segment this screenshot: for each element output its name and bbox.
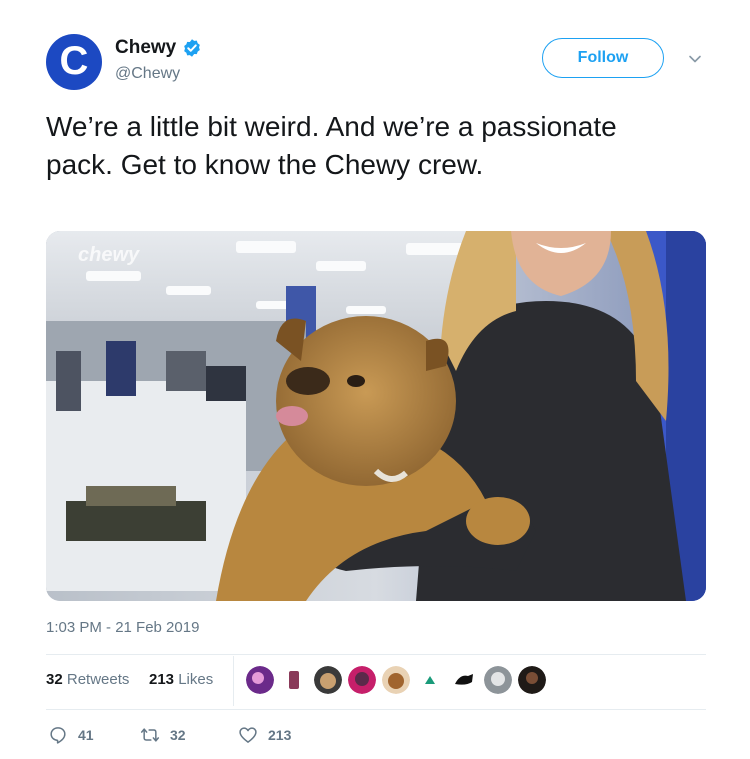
likes-label: Likes bbox=[178, 671, 214, 688]
media-watermark: chewy bbox=[78, 244, 140, 266]
reply-action[interactable]: 41 bbox=[48, 725, 94, 745]
tweet-timestamp[interactable]: 1:03 PM - 21 Feb 2019 bbox=[46, 619, 199, 636]
liker-avatars bbox=[246, 666, 552, 694]
stats-separator bbox=[233, 656, 234, 706]
divider bbox=[46, 654, 706, 655]
reply-count: 41 bbox=[78, 727, 94, 743]
tweet-text: We’re a little bit weird. And we’re a pa… bbox=[46, 111, 617, 180]
retweets-count: 32 bbox=[46, 671, 63, 688]
avatar-logo-letter: C bbox=[59, 39, 89, 83]
liker-avatar[interactable] bbox=[416, 666, 444, 694]
retweet-icon bbox=[140, 728, 160, 742]
retweet-action[interactable]: 32 bbox=[140, 725, 186, 745]
follow-button[interactable]: Follow bbox=[542, 38, 664, 78]
divider bbox=[46, 709, 706, 710]
retweets-label: Retweets bbox=[66, 671, 130, 688]
avatar[interactable]: C bbox=[46, 34, 102, 90]
liker-avatar[interactable] bbox=[382, 666, 410, 694]
media-image: chewy bbox=[46, 231, 706, 601]
liker-avatar[interactable] bbox=[246, 666, 274, 694]
verified-badge-icon bbox=[184, 39, 201, 57]
likes-count: 213 bbox=[149, 671, 175, 688]
chevron-down-icon[interactable] bbox=[688, 52, 702, 66]
liker-avatar[interactable] bbox=[314, 666, 342, 694]
author-name-row[interactable]: Chewy bbox=[115, 37, 202, 59]
likes-stat[interactable]: 213 Likes bbox=[149, 671, 213, 688]
reply-icon bbox=[50, 727, 66, 744]
liker-avatar[interactable] bbox=[518, 666, 546, 694]
liker-avatar[interactable] bbox=[484, 666, 512, 694]
retweets-stat[interactable]: 32 Retweets bbox=[46, 671, 129, 688]
like-action[interactable]: 213 bbox=[238, 725, 291, 745]
media-video-thumbnail[interactable]: chewy bbox=[46, 231, 706, 601]
like-count: 213 bbox=[268, 727, 292, 743]
liker-avatar[interactable] bbox=[450, 666, 478, 694]
liker-avatar[interactable] bbox=[280, 666, 308, 694]
liker-avatar[interactable] bbox=[348, 666, 376, 694]
handle[interactable]: @Chewy bbox=[115, 65, 180, 83]
heart-icon bbox=[239, 727, 257, 743]
retweet-count: 32 bbox=[170, 727, 186, 743]
tweet-card: C Chewy @Chewy Follow We’re a little bit… bbox=[0, 0, 750, 759]
display-name[interactable]: Chewy bbox=[115, 37, 176, 59]
